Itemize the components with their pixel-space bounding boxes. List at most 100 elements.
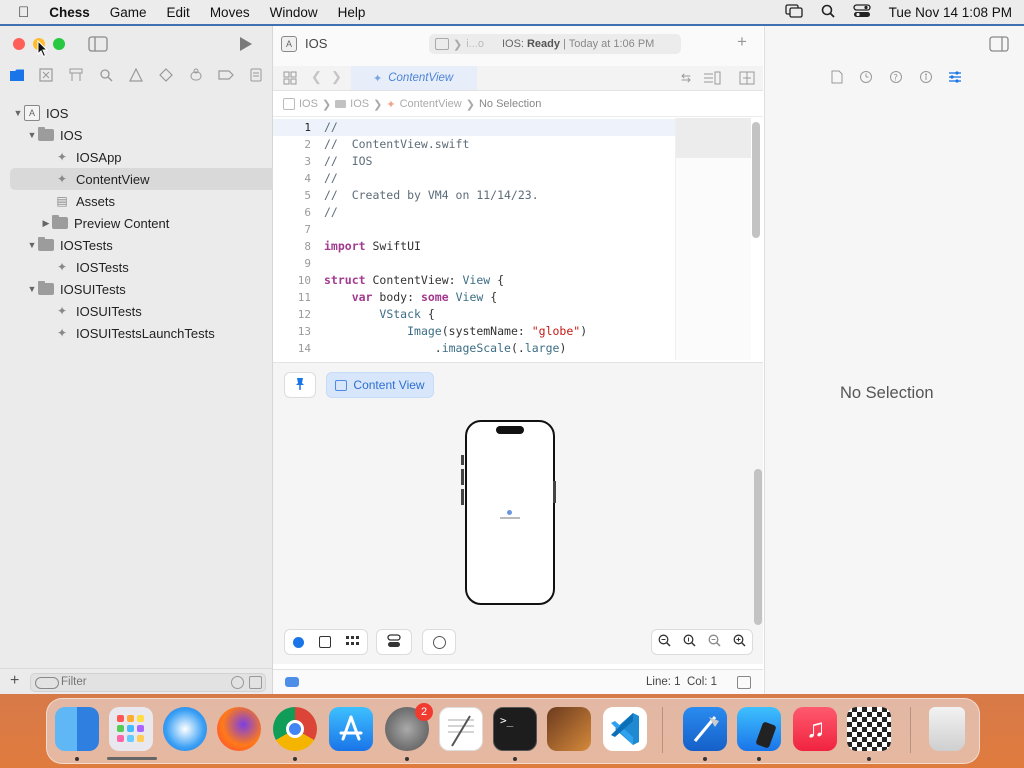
- add-file-icon[interactable]: +: [10, 672, 19, 690]
- vscode-icon[interactable]: [603, 707, 647, 751]
- disclosure-expanded-icon[interactable]: ▼: [26, 240, 38, 250]
- simulator-icon[interactable]: [737, 707, 781, 751]
- source-control-filter-icon[interactable]: [249, 676, 262, 689]
- menu-clock[interactable]: Tue Nov 14 1:08 PM: [889, 5, 1012, 20]
- music-icon[interactable]: ♫: [793, 707, 837, 751]
- filter-input[interactable]: [61, 674, 221, 690]
- zoom-out-icon[interactable]: [658, 634, 671, 650]
- pin-preview-button[interactable]: [284, 372, 316, 398]
- scheme-name-faded[interactable]: i...o: [466, 38, 484, 50]
- menu-edit[interactable]: Edit: [167, 5, 190, 20]
- tree-item-project-ios[interactable]: ▼ A IOS: [10, 102, 264, 124]
- preview-on-device-button[interactable]: [422, 629, 456, 655]
- related-items-icon[interactable]: [283, 71, 297, 88]
- quick-help-inspector-icon[interactable]: ?: [889, 70, 903, 87]
- trash-icon[interactable]: [929, 707, 965, 751]
- canvas-vertical-scrollbar[interactable]: [754, 469, 762, 625]
- xcode-icon[interactable]: [683, 707, 727, 751]
- menu-help[interactable]: Help: [338, 5, 366, 20]
- device-settings-button[interactable]: [376, 629, 412, 655]
- recent-files-icon[interactable]: [231, 676, 244, 689]
- activity-status-bar[interactable]: ❯ i...o IOS: Ready | Today at 1:06 PM: [429, 34, 681, 54]
- debug-navigator-icon[interactable]: [189, 68, 203, 85]
- editor-options-icon[interactable]: [703, 71, 721, 88]
- jumpbar-project[interactable]: IOS: [299, 98, 318, 110]
- tree-item-iosuitests[interactable]: ✦ IOSUITests: [10, 300, 306, 322]
- file-inspector-icon[interactable]: [831, 70, 843, 87]
- back-arrow-icon[interactable]: ❮: [311, 69, 322, 85]
- editor-scrollbar[interactable]: [752, 122, 760, 238]
- attributes-inspector-icon[interactable]: [948, 70, 962, 87]
- apple-menu-icon[interactable]: : [18, 4, 29, 21]
- textedit-icon[interactable]: [439, 707, 483, 751]
- launchpad-icon[interactable]: [109, 707, 153, 751]
- zoom-to-fit-icon[interactable]: [708, 634, 721, 650]
- find-navigator-icon[interactable]: [99, 68, 113, 85]
- split-editor-icon[interactable]: [739, 71, 755, 88]
- symbol-navigator-icon[interactable]: [68, 68, 84, 85]
- scheme-icon[interactable]: [435, 38, 449, 50]
- terminal-icon[interactable]: >_: [493, 707, 537, 751]
- sidebar-toggle-icon[interactable]: [88, 36, 108, 55]
- run-button-icon[interactable]: [238, 35, 254, 56]
- preview-content-view-tab[interactable]: Content View: [326, 372, 434, 398]
- tree-item-folder-ios[interactable]: ▼ IOS: [10, 124, 278, 146]
- live-preview-icon[interactable]: [292, 636, 304, 648]
- tab-contentview[interactable]: ✦ ContentView: [351, 66, 477, 90]
- chrome-icon[interactable]: [273, 707, 317, 751]
- zoom-window-button[interactable]: [53, 38, 65, 50]
- tree-item-folder-iostests[interactable]: ▼ IOSTests: [10, 234, 278, 256]
- zoom-actual-size-icon[interactable]: [683, 634, 696, 650]
- project-navigator-icon[interactable]: [9, 68, 25, 85]
- source-control-navigator-icon[interactable]: [39, 68, 53, 85]
- inspector-toggle-icon[interactable]: [989, 36, 1009, 55]
- tree-item-iosuitestslaunchtests[interactable]: ✦ IOSUITestsLaunchTests: [10, 322, 306, 344]
- debug-area-toggle-icon[interactable]: [285, 677, 299, 687]
- accessibility-inspector-icon[interactable]: [919, 70, 933, 87]
- tree-item-assets[interactable]: ▤ Assets: [10, 190, 306, 212]
- garageband-icon[interactable]: [547, 707, 591, 751]
- screen-mirroring-icon[interactable]: [785, 3, 803, 21]
- spotlight-search-icon[interactable]: [821, 4, 835, 21]
- close-window-button[interactable]: [13, 38, 25, 50]
- forward-arrow-icon[interactable]: ❯: [331, 69, 342, 85]
- report-navigator-icon[interactable]: [249, 68, 263, 85]
- refresh-icon[interactable]: ⇆: [681, 71, 691, 85]
- add-tab-icon[interactable]: +: [737, 32, 747, 52]
- jumpbar-file[interactable]: ContentView: [400, 98, 462, 110]
- variants-grid-icon[interactable]: [345, 635, 360, 649]
- disclosure-expanded-icon[interactable]: ▼: [12, 108, 24, 118]
- source-editor[interactable]: 1 // 2 // ContentView.swift 3 // IOS 4 // 5 /…: [273, 118, 675, 360]
- tree-item-folder-iosuitests[interactable]: ▼ IOSUITests: [10, 278, 278, 300]
- hide-debug-area-icon[interactable]: [737, 676, 751, 689]
- app-store-icon[interactable]: [329, 707, 373, 751]
- iphone-preview-device[interactable]: [465, 420, 555, 605]
- test-navigator-icon[interactable]: [159, 68, 173, 85]
- filter-options-icon[interactable]: [35, 677, 59, 689]
- disclosure-expanded-icon[interactable]: ▼: [26, 284, 38, 294]
- chess-icon[interactable]: [847, 707, 891, 751]
- issue-navigator-icon[interactable]: [129, 67, 143, 85]
- menu-app-chess[interactable]: Chess: [49, 5, 90, 20]
- jumpbar-folder[interactable]: IOS: [350, 98, 369, 110]
- minimap[interactable]: [675, 118, 751, 360]
- menu-window[interactable]: Window: [270, 5, 318, 20]
- firefox-icon[interactable]: [217, 707, 261, 751]
- disclosure-expanded-icon[interactable]: ▼: [26, 130, 38, 140]
- selectable-mode-icon[interactable]: [318, 636, 331, 648]
- tree-item-contentview[interactable]: ✦ ContentView: [10, 168, 306, 190]
- breakpoint-navigator-icon[interactable]: [218, 68, 234, 85]
- jumpbar-selection[interactable]: No Selection: [479, 98, 541, 110]
- menu-game[interactable]: Game: [110, 5, 147, 20]
- finder-icon[interactable]: [55, 707, 99, 751]
- menu-moves[interactable]: Moves: [210, 5, 250, 20]
- safari-icon[interactable]: [163, 707, 207, 751]
- minimap-viewport[interactable]: [676, 118, 751, 158]
- control-center-icon[interactable]: [853, 3, 871, 21]
- zoom-in-icon[interactable]: [733, 634, 746, 650]
- disclosure-collapsed-icon[interactable]: ▶: [40, 218, 52, 229]
- tree-item-preview-content[interactable]: ▶ Preview Content: [10, 212, 292, 234]
- tree-item-iostests[interactable]: ✦ IOSTests: [10, 256, 306, 278]
- history-inspector-icon[interactable]: [859, 70, 873, 87]
- tree-item-iosapp[interactable]: ✦ IOSApp: [10, 146, 306, 168]
